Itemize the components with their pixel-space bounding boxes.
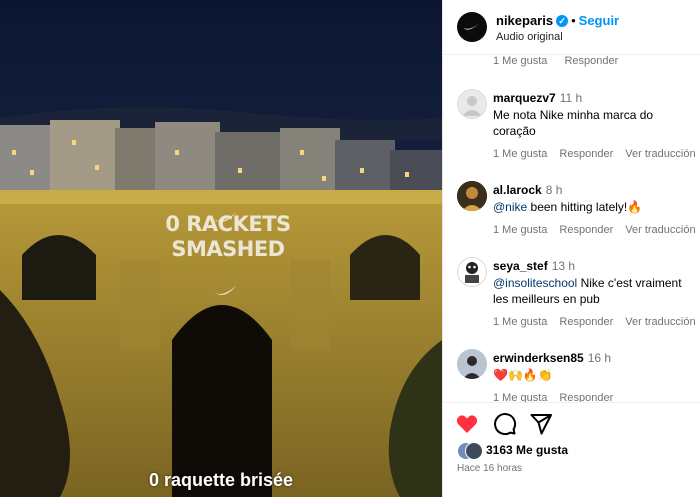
- comment-time[interactable]: 11 h: [560, 91, 582, 105]
- like-count[interactable]: 1 Me gusta: [493, 224, 547, 236]
- user-photo-icon: [465, 262, 479, 283]
- comment-icon[interactable]: [493, 412, 517, 436]
- post-header: nikeparis ✓ • Seguir Audio original: [443, 0, 700, 55]
- reply-button[interactable]: Responder: [559, 392, 613, 402]
- comment-actions: 1 Me gusta Responder: [493, 392, 693, 402]
- reply-button[interactable]: Responder: [564, 55, 618, 67]
- post-timestamp: Hace 16 horas: [457, 463, 523, 474]
- nike-swoosh-icon: [464, 23, 480, 30]
- comment-username[interactable]: erwinderksen85: [493, 351, 584, 365]
- comment-message: been hitting lately!🔥: [527, 200, 643, 214]
- comment-actions: 1 Me gusta Responder Ver traducción: [493, 316, 696, 328]
- likes-summary: 3163 Me gusta: [457, 442, 697, 460]
- comment-actions: 1 Me gusta Responder Ver traducción: [493, 148, 696, 160]
- projection-line: 0 RACKETS: [165, 212, 291, 236]
- follow-button[interactable]: Seguir: [579, 13, 619, 28]
- mention-link[interactable]: @nike: [493, 200, 527, 214]
- audio-label[interactable]: Audio original: [496, 31, 563, 43]
- comment-time[interactable]: 13 h: [552, 259, 575, 273]
- comment-username[interactable]: al.larock: [493, 183, 542, 197]
- avatar[interactable]: [457, 257, 487, 287]
- avatar[interactable]: [457, 181, 487, 211]
- avatar: [465, 442, 483, 460]
- comments-list[interactable]: 1 Me gusta Responder marquezv7 11 h Me no…: [443, 55, 700, 402]
- avatar[interactable]: [457, 89, 487, 119]
- comment-username[interactable]: marquezv7: [493, 91, 556, 105]
- mention-link[interactable]: @insoliteschool: [493, 276, 577, 290]
- instagram-post-view: 0 RACKETS SMASHED 0 raquette brisée nike…: [0, 0, 700, 497]
- comment-body: al.larock 8 h @nike been hitting lately!🔥…: [493, 181, 696, 236]
- like-count[interactable]: 1 Me gusta: [493, 55, 547, 67]
- like-count[interactable]: 1 Me gusta: [493, 316, 547, 328]
- avatar[interactable]: [457, 12, 487, 42]
- post-action-bar: [443, 402, 700, 443]
- like-count[interactable]: 1 Me gusta: [493, 148, 547, 160]
- separator: •: [571, 13, 576, 28]
- reply-button[interactable]: Responder: [559, 224, 613, 236]
- reply-button[interactable]: Responder: [559, 316, 613, 328]
- translate-button[interactable]: Ver traducción: [625, 148, 695, 160]
- comment-time[interactable]: 8 h: [546, 183, 563, 197]
- comment-username[interactable]: seya_stef: [493, 259, 548, 273]
- user-photo-icon: [457, 181, 487, 211]
- comment-body: erwinderksen85 16 h ❤️🙌🔥👏 1 Me gusta Respo…: [493, 349, 693, 402]
- share-icon[interactable]: [529, 412, 553, 436]
- translate-button[interactable]: Ver traducción: [625, 224, 695, 236]
- projection-text: 0 RACKETS SMASHED: [148, 212, 308, 262]
- comment-actions: 1 Me gusta Responder Ver traducción: [493, 224, 696, 236]
- verified-icon: ✓: [556, 15, 569, 27]
- post-sidebar: nikeparis ✓ • Seguir Audio original 1 Me gu…: [442, 0, 700, 497]
- like-count[interactable]: 1 Me gusta: [493, 392, 547, 402]
- heart-icon[interactable]: [455, 412, 479, 436]
- comment-text: ❤️🙌🔥👏: [493, 368, 553, 382]
- projection-line: SMASHED: [171, 237, 285, 261]
- like-count[interactable]: 3163 Me gusta: [486, 443, 568, 457]
- default-avatar-icon: [462, 96, 482, 116]
- comment-text: @insoliteschool Nike c'est vraiment les …: [493, 275, 693, 307]
- video-subtitle: 0 raquette brisée: [148, 470, 294, 490]
- reply-button[interactable]: Responder: [559, 148, 613, 160]
- comment-actions: 1 Me gusta Responder: [493, 55, 632, 67]
- header-user-line: nikeparis ✓ • Seguir: [496, 13, 619, 28]
- comment-body: marquezv7 11 h Me nota Nike minha marca d…: [493, 89, 696, 160]
- post-media[interactable]: 0 RACKETS SMASHED 0 raquette brisée: [0, 0, 442, 497]
- comment-text: @nike been hitting lately!🔥: [493, 199, 693, 215]
- user-photo-icon: [457, 349, 487, 379]
- translate-button[interactable]: Ver traducción: [625, 316, 695, 328]
- username[interactable]: nikeparis: [496, 13, 553, 28]
- comment-time[interactable]: 16 h: [588, 351, 611, 365]
- avatar[interactable]: [457, 349, 487, 379]
- comment-text: Me nota Nike minha marca do coração: [493, 108, 654, 138]
- comment-body: seya_stef 13 h @insoliteschool Nike c'est…: [493, 257, 696, 328]
